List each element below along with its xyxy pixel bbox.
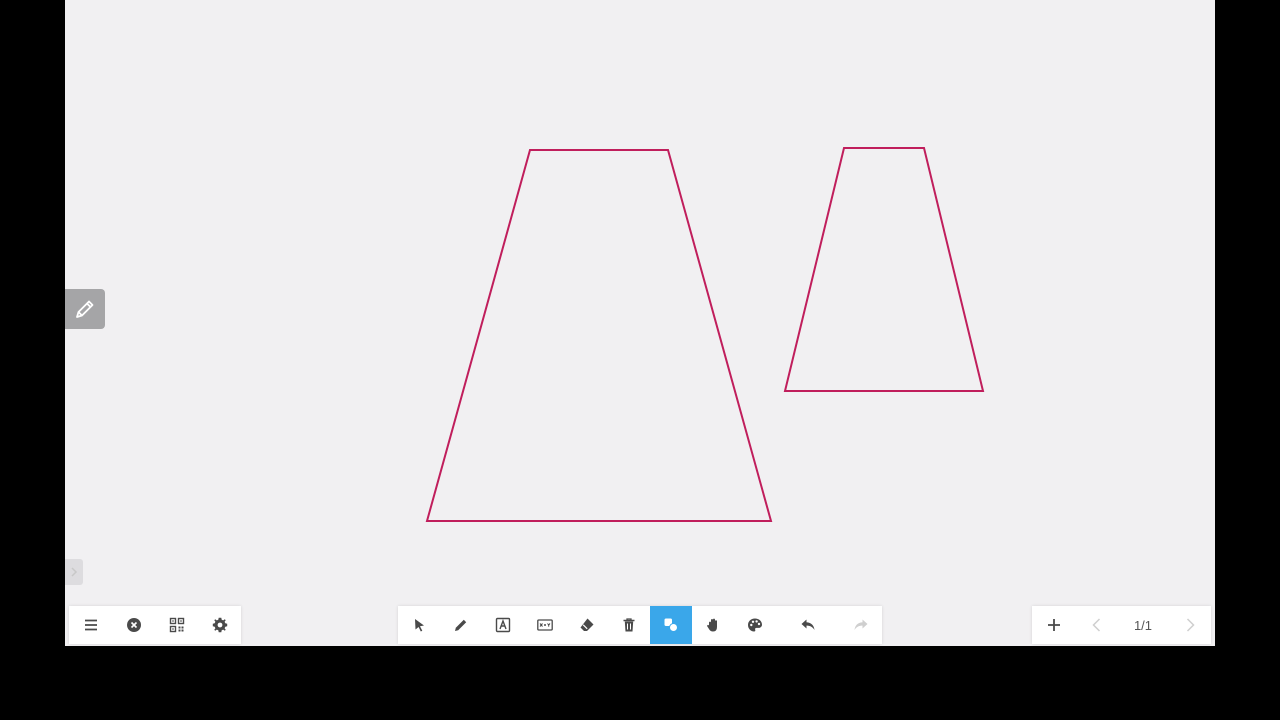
eraser-icon <box>580 618 594 631</box>
shapes-tool-button[interactable] <box>650 606 693 644</box>
palette-icon <box>748 618 763 632</box>
close-circle-icon <box>126 618 141 632</box>
pencil-icon <box>76 300 94 318</box>
previous-page-button[interactable] <box>1075 606 1118 644</box>
eraser-tool-button[interactable] <box>566 606 608 644</box>
settings-button[interactable] <box>198 606 241 644</box>
formula-tool-button[interactable] <box>524 606 566 644</box>
delete-button[interactable] <box>608 606 650 644</box>
color-palette-button[interactable] <box>734 606 776 644</box>
pen-panel-toggle[interactable] <box>65 289 105 329</box>
menu-icon <box>84 619 97 631</box>
trash-icon <box>623 618 635 632</box>
chevron-right-icon <box>1186 618 1195 632</box>
undo-button[interactable] <box>776 606 840 644</box>
gear-icon <box>212 617 227 633</box>
chevron-left-icon <box>1091 618 1100 632</box>
add-page-button[interactable] <box>1032 606 1075 644</box>
redo-button[interactable] <box>840 606 882 644</box>
chevron-right-icon <box>71 567 78 577</box>
whiteboard[interactable]: 1/1 <box>65 0 1215 646</box>
menu-button[interactable] <box>69 606 112 644</box>
qr-code-icon <box>169 617 184 633</box>
left-toolbar <box>69 606 241 644</box>
redo-icon <box>854 619 868 630</box>
select-tool-button[interactable] <box>398 606 440 644</box>
hand-icon <box>707 618 718 632</box>
qr-code-button[interactable] <box>155 606 198 644</box>
page-indicator: 1/1 <box>1133 617 1153 633</box>
next-page-button[interactable] <box>1168 606 1211 644</box>
text-tool-button[interactable] <box>482 606 524 644</box>
close-button[interactable] <box>112 606 155 644</box>
text-icon <box>495 617 511 633</box>
shapes-icon <box>664 618 679 632</box>
pointer-icon <box>415 619 425 632</box>
expand-side-panel[interactable] <box>65 559 83 585</box>
drawing-canvas[interactable] <box>65 0 1215 646</box>
page-toolbar: 1/1 <box>1032 606 1211 644</box>
small-trapezoid[interactable] <box>783 147 985 392</box>
large-trapezoid[interactable] <box>425 149 773 522</box>
drawing-toolbar <box>398 606 882 644</box>
plus-icon <box>1047 619 1060 631</box>
formula-icon <box>537 619 554 631</box>
pen-tool-button[interactable] <box>440 606 482 644</box>
pencil-icon <box>455 619 467 631</box>
undo-icon <box>801 619 815 630</box>
pan-tool-button[interactable] <box>692 606 734 644</box>
